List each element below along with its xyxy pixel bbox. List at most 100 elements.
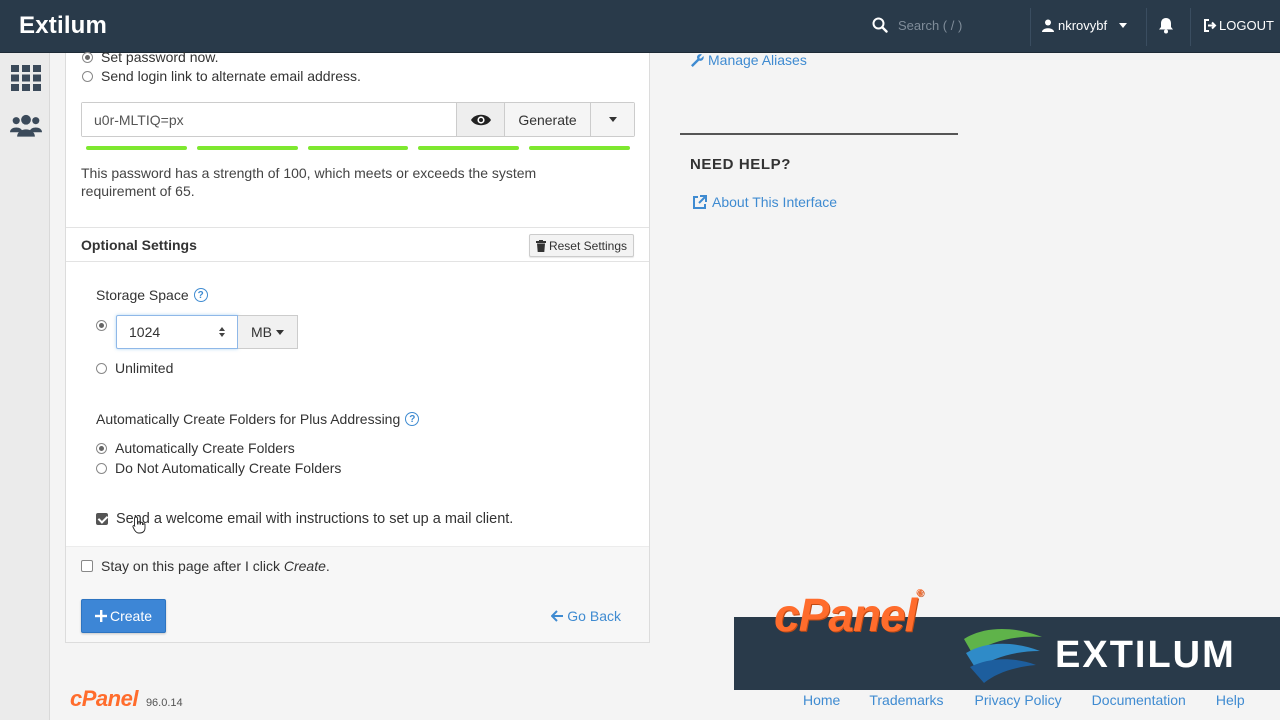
radio-send-login-link[interactable]	[82, 70, 93, 82]
plus-addressing-label: Automatically Create Folders for Plus Ad…	[96, 411, 420, 427]
about-interface-label: About This Interface	[712, 194, 838, 210]
checkbox-label: Stay on this page after I click Create.	[101, 558, 330, 574]
welcome-email-checkbox[interactable]	[96, 513, 108, 525]
chevron-down-icon	[276, 329, 284, 335]
manage-aliases-link[interactable]: Manage Aliases	[690, 52, 807, 68]
chevron-down-icon	[608, 117, 617, 122]
help-icon[interactable]: ?	[405, 412, 420, 426]
reset-settings-button[interactable]: Reset Settings	[528, 234, 634, 257]
search-box[interactable]	[872, 17, 1008, 33]
mouse-pointer-icon	[132, 516, 146, 534]
stay-on-page-text: Stay on this page after I click	[101, 558, 280, 574]
generate-password-button[interactable]: Generate	[504, 103, 590, 136]
welcome-email-option[interactable]: Send a welcome email with instructions t…	[96, 511, 513, 527]
footer-link-privacy[interactable]: Privacy Policy	[975, 692, 1062, 708]
registered-mark: ®	[916, 588, 923, 599]
optional-settings-header: Optional Settings Reset Settings	[66, 227, 649, 262]
radio-label: Send login link to alternate email addre…	[101, 68, 361, 84]
user-icon	[1042, 19, 1054, 32]
radio-storage-unlimited[interactable]	[96, 362, 107, 374]
eye-icon	[470, 114, 491, 125]
stay-on-page-option[interactable]: Stay on this page after I click Create.	[81, 558, 330, 574]
reset-settings-label: Reset Settings	[548, 238, 627, 253]
folders-no-option[interactable]: Do Not Automatically Create Folders	[96, 460, 341, 476]
chevron-down-icon	[1119, 23, 1128, 28]
password-strength-message: This password has a strength of 100, whi…	[81, 165, 537, 199]
footer-links: Home Trademarks Privacy Policy Documenta…	[803, 692, 1245, 708]
storage-quota-group: 1024 MB	[116, 315, 298, 349]
rail-apps-button[interactable]	[10, 63, 42, 93]
footer-link-help[interactable]: Help	[1216, 692, 1245, 708]
notifications-button[interactable]	[1158, 17, 1174, 37]
radio-no-auto-folders[interactable]	[96, 462, 107, 474]
strength-segment	[529, 146, 630, 150]
storage-quota-input[interactable]: 1024	[116, 315, 238, 349]
storage-unlimited-option[interactable]: Unlimited	[96, 360, 173, 376]
radio-set-password-now[interactable]	[82, 51, 93, 63]
create-email-panel: Set password now. Send login link to alt…	[65, 49, 650, 643]
extilum-watermark-text: EXTILUM	[1055, 634, 1236, 676]
form-footer: Stay on this page after I click Create. …	[66, 546, 649, 642]
storage-unit-label: MB	[251, 324, 272, 340]
extilum-logo-icon	[964, 628, 1042, 683]
footer-link-documentation[interactable]: Documentation	[1092, 692, 1186, 708]
user-menu[interactable]: nkrovybf	[1042, 18, 1128, 33]
strength-segment	[86, 146, 187, 150]
cpanel-footer-brand: cPanel 96.0.14	[70, 686, 183, 712]
help-icon[interactable]: ?	[193, 288, 208, 302]
cpanel-logo[interactable]: cPanel	[70, 686, 138, 712]
about-interface-link[interactable]: About This Interface	[692, 194, 837, 210]
search-icon	[872, 17, 888, 33]
cpanel-watermark-logo: cPanel®	[774, 588, 924, 642]
generate-options-dropdown[interactable]	[590, 103, 634, 136]
search-input[interactable]	[898, 17, 1008, 33]
storage-quota-value: 1024	[129, 324, 161, 340]
wrench-icon	[691, 53, 704, 67]
left-rail	[0, 53, 50, 720]
navbar-divider	[1146, 8, 1147, 46]
plus-icon	[94, 610, 107, 622]
external-link-icon	[693, 194, 707, 209]
password-option-send-link[interactable]: Send login link to alternate email addre…	[82, 68, 361, 84]
create-label: Create	[109, 608, 153, 624]
grid-icon	[11, 65, 41, 91]
logout-button[interactable]: LOGOUT	[1203, 18, 1274, 33]
bell-icon	[1159, 18, 1173, 34]
strength-segment	[196, 146, 298, 150]
username-label: nkrovybf	[1058, 18, 1108, 33]
stay-on-page-emphasis: Create	[283, 558, 326, 574]
cpanel-watermark-text: cPanel	[774, 589, 917, 641]
number-spinner-icon[interactable]	[219, 327, 225, 337]
radio-label: Do Not Automatically Create Folders	[115, 460, 342, 476]
footer-link-trademarks[interactable]: Trademarks	[869, 692, 943, 708]
users-icon	[10, 114, 42, 137]
go-back-link[interactable]: Go Back	[551, 608, 621, 624]
trash-icon	[535, 239, 546, 252]
strength-segment	[418, 146, 520, 150]
create-button[interactable]: Create	[81, 599, 166, 633]
radio-storage-limited[interactable]	[96, 320, 107, 331]
radio-auto-create-folders[interactable]	[96, 442, 107, 454]
footer-link-home[interactable]: Home	[803, 692, 840, 708]
manage-aliases-label: Manage Aliases	[708, 52, 807, 68]
checkbox-label: Send a welcome email with instructions t…	[116, 511, 514, 527]
stay-on-page-checkbox[interactable]	[81, 560, 93, 572]
toggle-password-visibility-button[interactable]	[456, 103, 504, 136]
storage-unit-dropdown[interactable]: MB	[238, 315, 298, 349]
radio-label: Unlimited	[115, 360, 174, 376]
logout-label: LOGOUT	[1219, 18, 1274, 33]
navbar-divider	[1190, 8, 1191, 46]
logout-icon	[1204, 19, 1217, 32]
brand-title[interactable]: Extilum	[19, 12, 107, 40]
navbar-divider	[1030, 8, 1031, 46]
folders-auto-option[interactable]: Automatically Create Folders	[96, 440, 295, 456]
plus-addressing-text: Automatically Create Folders for Plus Ad…	[96, 411, 401, 427]
stay-on-page-period: .	[325, 558, 330, 574]
need-help-heading: NEED HELP?	[690, 156, 792, 173]
arrow-left-icon	[551, 610, 564, 622]
password-input[interactable]	[82, 103, 456, 136]
section-divider	[680, 133, 958, 135]
password-option-set-now[interactable]: Set password now.	[82, 49, 219, 65]
rail-users-button[interactable]	[10, 111, 42, 141]
password-strength-meter	[86, 146, 630, 150]
